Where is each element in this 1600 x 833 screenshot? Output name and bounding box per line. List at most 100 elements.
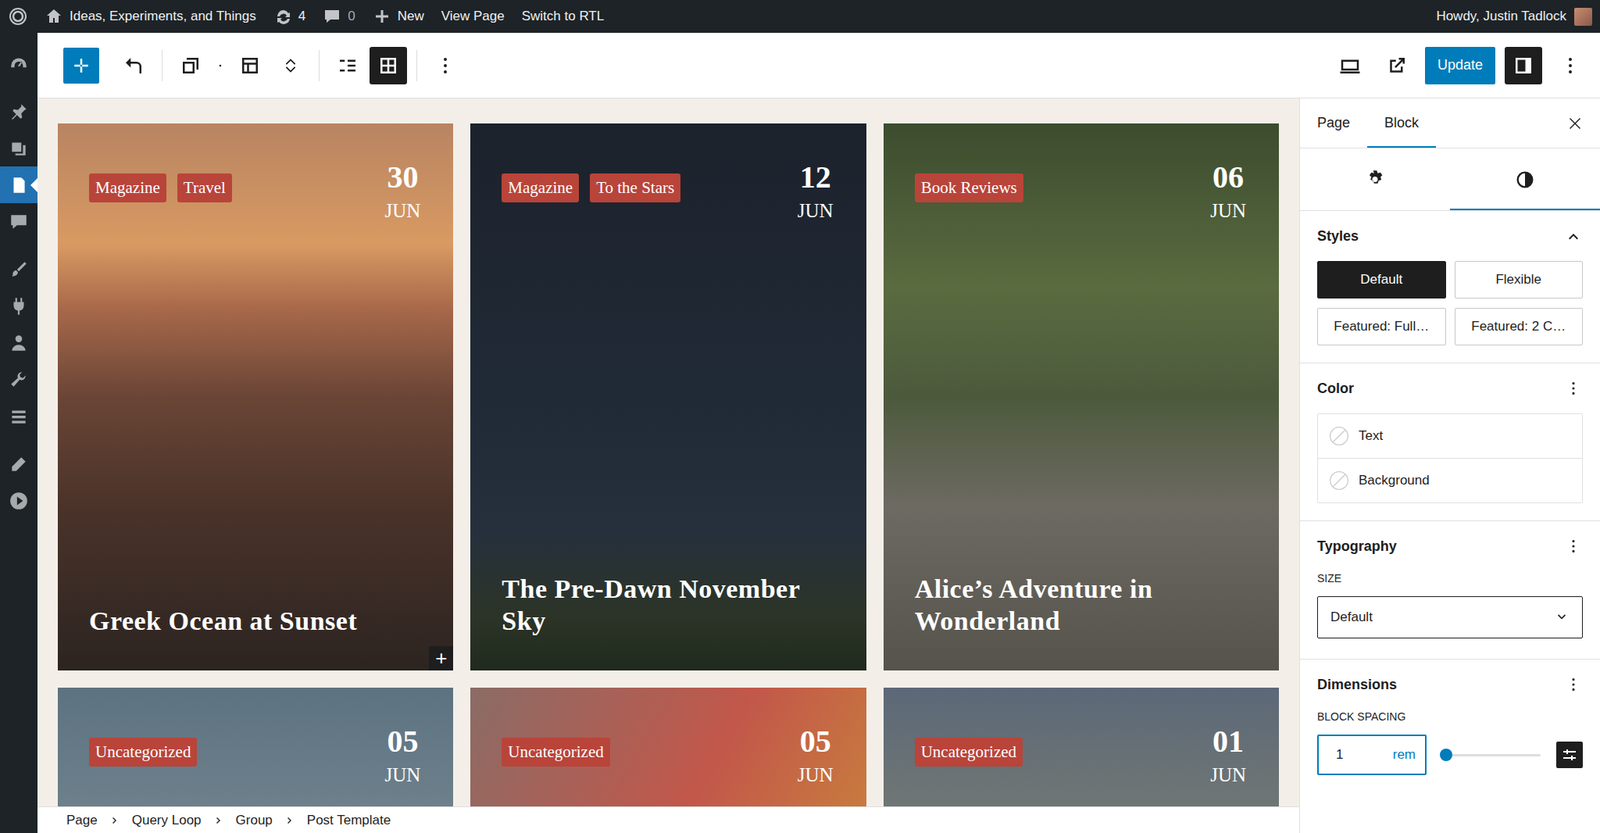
toolbar-button[interactable] <box>426 46 465 85</box>
sidebar-tab[interactable]: Page <box>1300 98 1368 148</box>
color-list: Text Background <box>1317 413 1583 504</box>
admin-body: UpdateMagazineTravel30JUNGreek Ocean at … <box>0 32 1600 833</box>
admin-menu-item[interactable] <box>0 45 38 83</box>
style-option[interactable]: Default <box>1317 260 1447 299</box>
options-icon[interactable] <box>1564 378 1583 398</box>
category-tag[interactable]: Book Reviews <box>914 173 1024 203</box>
toolbar-button[interactable] <box>328 46 367 85</box>
block-editor-screen: Ideas, Experiments, and Things 40 New View … <box>0 0 1600 833</box>
admin-menu-group <box>0 45 38 83</box>
category-tag[interactable]: Magazine <box>501 173 579 203</box>
post-day: 05 <box>797 725 834 758</box>
post-day: 06 <box>1210 161 1247 193</box>
admin-menu-item[interactable] <box>0 397 38 435</box>
admin-menu-item[interactable] <box>0 129 38 167</box>
spacing-slider[interactable] <box>1435 753 1547 757</box>
post-card[interactable]: Uncategorized05JUN <box>470 687 866 807</box>
admin-menu-item[interactable] <box>0 250 38 288</box>
toolbar-button[interactable] <box>212 46 229 85</box>
card-header: Uncategorized01JUN <box>914 725 1247 785</box>
breadcrumb-item[interactable]: Query Loop <box>132 812 202 829</box>
toolbar-button[interactable] <box>114 46 153 85</box>
spacing-unit[interactable]: rem <box>1392 746 1416 763</box>
slider-thumb[interactable] <box>1439 748 1453 761</box>
toolbar-button[interactable] <box>1331 46 1369 85</box>
post-card[interactable]: Book Reviews 06JUN Alice’s Adventure in Wo… <box>883 123 1279 671</box>
admin-menu-item[interactable] <box>0 360 38 398</box>
admin-menu-item[interactable] <box>0 92 38 130</box>
font-size-select[interactable]: Default <box>1317 596 1583 639</box>
toolbar-right: Update <box>1331 46 1590 85</box>
update-button[interactable]: Update <box>1425 46 1496 85</box>
style-option[interactable]: Featured: 2 C… <box>1454 307 1584 346</box>
post-date: 06JUN <box>1210 161 1247 221</box>
post-title[interactable]: Greek Ocean at Sunset <box>89 604 421 637</box>
toolbar-group <box>171 46 310 85</box>
admin-bar-left: Ideas, Experiments, and Things 40 New View … <box>8 7 604 26</box>
layout-icon <box>238 53 262 78</box>
category-tag[interactable]: Uncategorized <box>501 737 610 767</box>
breadcrumb-item[interactable]: Page <box>66 812 98 829</box>
toolbar-button[interactable] <box>231 46 269 85</box>
toolbar-button[interactable] <box>1378 46 1416 85</box>
post-card[interactable]: MagazineTo the Stars12JUNThe Pre-Dawn No… <box>470 123 866 671</box>
site-name-link[interactable]: Ideas, Experiments, and Things <box>44 7 257 26</box>
admin-menu-item[interactable] <box>0 203 38 240</box>
post-card[interactable]: Uncategorized05JUN <box>57 687 454 807</box>
new-content-link[interactable]: New <box>372 7 425 26</box>
toolbar-button[interactable] <box>1551 46 1590 85</box>
admin-menu-item[interactable] <box>0 287 38 325</box>
color-item[interactable]: Text <box>1317 414 1583 458</box>
category-tag[interactable]: Uncategorized <box>89 737 197 767</box>
style-option[interactable]: Flexible <box>1454 260 1584 299</box>
category-tag[interactable]: Magazine <box>89 173 167 203</box>
empty-swatch-icon <box>1328 425 1350 447</box>
toolbar-button[interactable] <box>171 46 210 85</box>
admin-bar-link[interactable]: Switch to RTL <box>521 8 605 25</box>
toolbar-button[interactable] <box>271 46 310 85</box>
post-card[interactable]: Uncategorized01JUN <box>883 687 1279 807</box>
category-tag[interactable]: Uncategorized <box>914 737 1023 767</box>
toolbar-button[interactable] <box>1504 46 1543 85</box>
color-item[interactable]: Background <box>1317 457 1583 503</box>
close-sidebar-button[interactable] <box>1550 98 1600 148</box>
block-appender[interactable]: + <box>428 646 454 671</box>
options-icon[interactable] <box>1564 536 1583 556</box>
color-label: Text <box>1358 428 1383 444</box>
category-tag[interactable]: To the Stars <box>589 173 681 203</box>
toolbar-button[interactable] <box>369 46 408 85</box>
admin-menu-item[interactable] <box>0 482 38 519</box>
post-terms: Uncategorized <box>501 737 610 767</box>
editor-header: Update <box>37 32 1600 99</box>
post-title[interactable]: Alice’s Adventure in Wonderland <box>914 572 1247 637</box>
inspector-tab[interactable] <box>1300 148 1450 211</box>
users-icon <box>8 332 29 354</box>
breadcrumb-item[interactable]: Group <box>235 812 273 829</box>
account-greeting[interactable]: Howdy, Justin Tadlock <box>1435 8 1567 25</box>
sidebar-tab[interactable]: Block <box>1367 98 1436 148</box>
updates-link[interactable]: 4 <box>273 7 306 26</box>
admin-menu-item[interactable] <box>0 166 38 204</box>
editor-body: MagazineTravel30JUNGreek Ocean at Sunset… <box>37 98 1600 833</box>
admin-bar-link[interactable]: View Page <box>441 8 505 25</box>
inspector-tab[interactable] <box>1450 148 1600 211</box>
admin-menu-item[interactable] <box>0 445 38 483</box>
toolbar-button[interactable] <box>63 47 100 84</box>
more-icon <box>433 53 458 78</box>
category-tag[interactable]: Travel <box>177 173 233 203</box>
user-avatar[interactable] <box>1574 7 1593 26</box>
comments-link[interactable]: 0 <box>322 7 355 26</box>
chevron-right-icon <box>212 814 225 827</box>
wordpress-logo[interactable] <box>8 7 28 26</box>
post-title[interactable]: The Pre-Dawn November Sky <box>501 572 833 637</box>
post-card[interactable]: MagazineTravel30JUNGreek Ocean at Sunset… <box>57 123 454 671</box>
breadcrumb-item[interactable]: Post Template <box>307 812 391 829</box>
panel-header: Typography <box>1317 521 1583 572</box>
card-header: Book Reviews 06JUN <box>914 161 1247 221</box>
custom-size-button[interactable] <box>1556 741 1583 768</box>
admin-menu-item[interactable] <box>0 324 38 361</box>
style-option[interactable]: Featured: Full… <box>1317 307 1447 346</box>
spacing-input[interactable]: 1rem <box>1317 734 1427 775</box>
panel-header[interactable]: Styles <box>1317 210 1583 261</box>
options-icon[interactable] <box>1564 675 1583 694</box>
